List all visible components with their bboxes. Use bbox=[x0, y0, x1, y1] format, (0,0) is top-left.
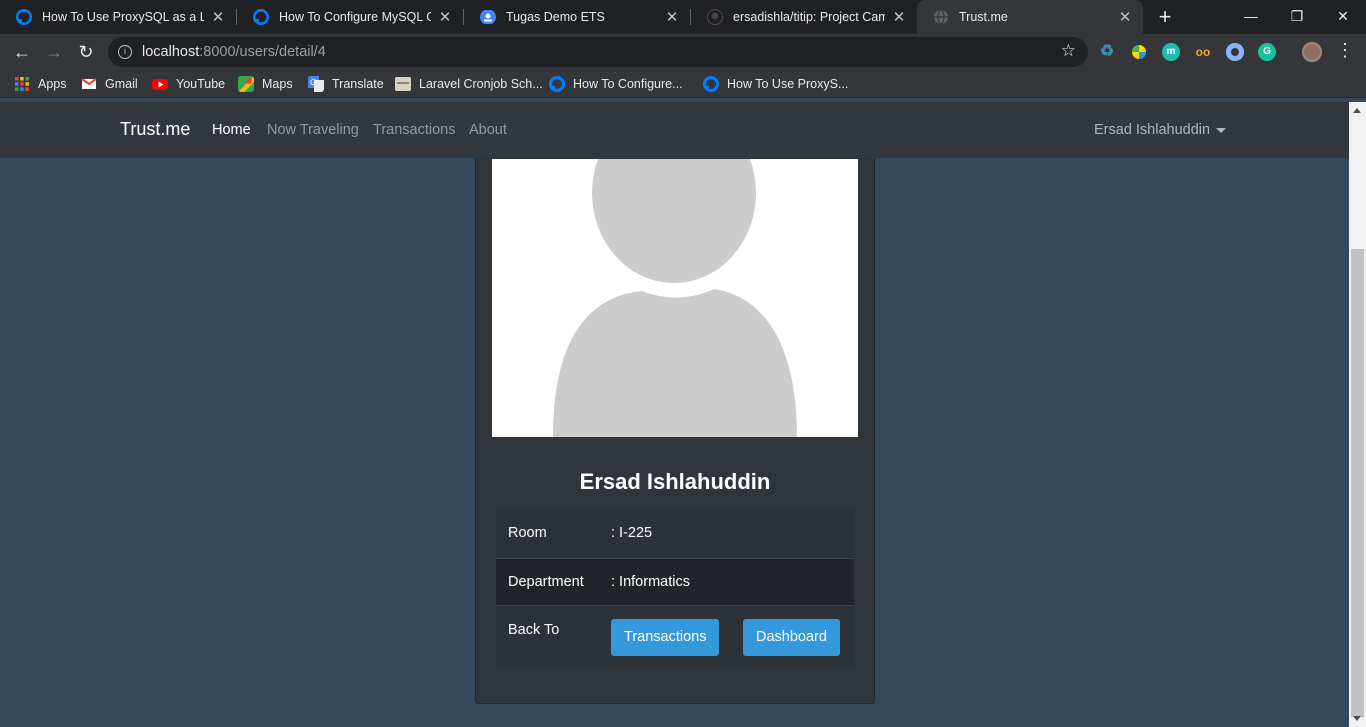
bookmark-star-icon[interactable]: ☆ bbox=[1061, 41, 1076, 61]
bookmark-gmail[interactable]: Gmail bbox=[81, 76, 138, 92]
profile-info-table: Room : I-225 Department : Informatics Ba… bbox=[496, 510, 854, 668]
forward-arrow-icon[interactable]: → bbox=[41, 39, 67, 65]
scroll-down-arrow-icon[interactable] bbox=[1353, 716, 1361, 721]
user-name: Ersad Ishlahuddin bbox=[1094, 122, 1211, 138]
table-row: Room : I-225 bbox=[496, 510, 854, 558]
bookmark-label: Laravel Cronjob Sch... bbox=[419, 77, 543, 91]
bookmark-label: Translate bbox=[332, 77, 384, 91]
apps-grid-icon bbox=[15, 77, 29, 91]
browser-tab-bar: How To Use ProxySQL as a Loa ✕ How To Co… bbox=[0, 0, 1366, 34]
owl-extension-icon[interactable]: oo bbox=[1194, 43, 1212, 61]
browser-tab[interactable]: How To Use ProxySQL as a Loa ✕ bbox=[0, 0, 236, 34]
department-label: Department bbox=[508, 574, 584, 590]
digitalocean-icon bbox=[703, 76, 719, 92]
classroom-icon bbox=[480, 10, 496, 24]
profile-photo bbox=[492, 159, 858, 437]
maps-icon bbox=[238, 76, 254, 92]
bookmark-label: Gmail bbox=[105, 77, 138, 91]
table-row: Department : Informatics bbox=[496, 558, 854, 605]
browser-tab[interactable]: ersadishla/titip: Project Camin ✕ bbox=[691, 0, 917, 34]
recycle-extension-icon[interactable]: ♻ bbox=[1098, 43, 1116, 61]
table-row: Back To Transactions Dashboard bbox=[496, 605, 854, 668]
bookmark-label: How To Configure... bbox=[573, 77, 683, 91]
github-icon bbox=[707, 9, 723, 25]
nav-home[interactable]: Home bbox=[212, 122, 251, 138]
restore-icon[interactable]: ❐ bbox=[1274, 0, 1320, 34]
menu-kebab-icon[interactable]: ⋮ bbox=[1336, 40, 1354, 61]
bookmark-label: Maps bbox=[262, 77, 293, 91]
bookmarks-bar: Apps Gmail YouTube Maps G Translate Lara… bbox=[0, 70, 1366, 98]
bookmark-apps[interactable]: Apps bbox=[14, 76, 67, 92]
browser-tab[interactable]: How To Configure MySQL Grou ✕ bbox=[237, 0, 463, 34]
svg-text:G: G bbox=[310, 78, 316, 87]
person-placeholder-icon bbox=[553, 159, 797, 437]
globe-icon bbox=[934, 9, 948, 25]
browser-tab[interactable]: Tugas Demo ETS ✕ bbox=[464, 0, 690, 34]
tab-title: ersadishla/titip: Project Camin bbox=[733, 10, 885, 24]
profile-name: Ersad Ishlahuddin bbox=[579, 469, 771, 494]
grammarly-icon[interactable]: G bbox=[1258, 43, 1276, 61]
bookmark-digitalocean-1[interactable]: How To Configure... bbox=[549, 76, 683, 92]
bookmark-laravel-cronjob[interactable]: Laravel Cronjob Sch... bbox=[395, 76, 543, 92]
site-navbar: Trust.me Home Now Traveling Transactions… bbox=[0, 102, 1349, 158]
browser-toolbar: ← → ↻ i localhost:8000/users/detail/4 ☆ … bbox=[0, 34, 1366, 70]
nav-about[interactable]: About bbox=[469, 122, 507, 138]
browser-tab-active[interactable]: Trust.me ✕ bbox=[917, 0, 1143, 34]
scroll-up-arrow-icon[interactable] bbox=[1353, 108, 1361, 113]
bookmark-youtube[interactable]: YouTube bbox=[152, 76, 225, 92]
reload-icon[interactable]: ↻ bbox=[73, 39, 99, 65]
translate-icon: G bbox=[308, 76, 324, 92]
room-label: Room bbox=[508, 525, 547, 541]
close-tab-icon[interactable]: ✕ bbox=[210, 8, 226, 26]
close-window-icon[interactable]: ✕ bbox=[1320, 0, 1366, 34]
tab-title: Tugas Demo ETS bbox=[506, 10, 605, 24]
page-scrollbar[interactable] bbox=[1349, 102, 1366, 727]
youtube-icon bbox=[152, 79, 168, 90]
close-tab-icon[interactable]: ✕ bbox=[664, 8, 680, 26]
colorful-extension-icon[interactable] bbox=[1130, 43, 1148, 61]
m-extension-icon[interactable]: m bbox=[1162, 43, 1180, 61]
digitalocean-icon bbox=[549, 76, 565, 92]
gmail-icon bbox=[81, 78, 97, 89]
bookmark-label: YouTube bbox=[176, 77, 226, 91]
dashboard-button[interactable]: Dashboard bbox=[743, 619, 840, 656]
avatar[interactable] bbox=[1302, 42, 1322, 62]
close-tab-icon[interactable]: ✕ bbox=[1117, 8, 1133, 26]
bookmark-digitalocean-2[interactable]: How To Use ProxyS... bbox=[703, 76, 848, 92]
url-path: :8000/users/detail/4 bbox=[199, 44, 326, 60]
address-bar[interactable]: i localhost:8000/users/detail/4 ☆ bbox=[108, 37, 1088, 67]
scroll-thumb[interactable] bbox=[1351, 249, 1364, 717]
room-value: : I-225 bbox=[611, 525, 653, 541]
page-icon bbox=[395, 77, 411, 91]
nav-transactions[interactable]: Transactions bbox=[373, 122, 455, 138]
profile-card: Ersad Ishlahuddin Room : I-225 Departmen… bbox=[475, 132, 875, 704]
close-tab-icon[interactable]: ✕ bbox=[437, 8, 453, 26]
back-arrow-icon[interactable]: ← bbox=[9, 39, 35, 65]
department-value: : Informatics bbox=[611, 574, 690, 590]
new-tab-icon[interactable]: + bbox=[1152, 4, 1178, 30]
bookmark-label: How To Use ProxyS... bbox=[727, 77, 849, 91]
back-to-label: Back To bbox=[508, 622, 560, 638]
bookmark-maps[interactable]: Maps bbox=[238, 76, 293, 92]
bookmark-translate[interactable]: G Translate bbox=[308, 76, 384, 92]
minimize-icon[interactable]: — bbox=[1228, 0, 1274, 34]
shield-extension-icon[interactable] bbox=[1226, 43, 1244, 61]
bookmark-label: Apps bbox=[38, 77, 67, 91]
brand-logo[interactable]: Trust.me bbox=[120, 119, 190, 140]
url-host: localhost bbox=[142, 44, 200, 60]
site-info-icon[interactable]: i bbox=[118, 45, 132, 59]
tab-title: How To Configure MySQL Grou bbox=[279, 10, 431, 24]
user-dropdown[interactable]: Ersad Ishlahuddin bbox=[1094, 122, 1227, 138]
tab-title: How To Use ProxySQL as a Loa bbox=[42, 10, 204, 24]
tab-title: Trust.me bbox=[959, 10, 1008, 24]
digitalocean-icon bbox=[253, 9, 269, 25]
transactions-button[interactable]: Transactions bbox=[611, 619, 720, 656]
page-viewport: Trust.me Home Now Traveling Transactions… bbox=[0, 102, 1366, 727]
close-tab-icon[interactable]: ✕ bbox=[891, 8, 907, 26]
caret-down-icon bbox=[1216, 127, 1227, 133]
digitalocean-icon bbox=[16, 9, 32, 25]
nav-now-traveling[interactable]: Now Traveling bbox=[267, 122, 359, 138]
